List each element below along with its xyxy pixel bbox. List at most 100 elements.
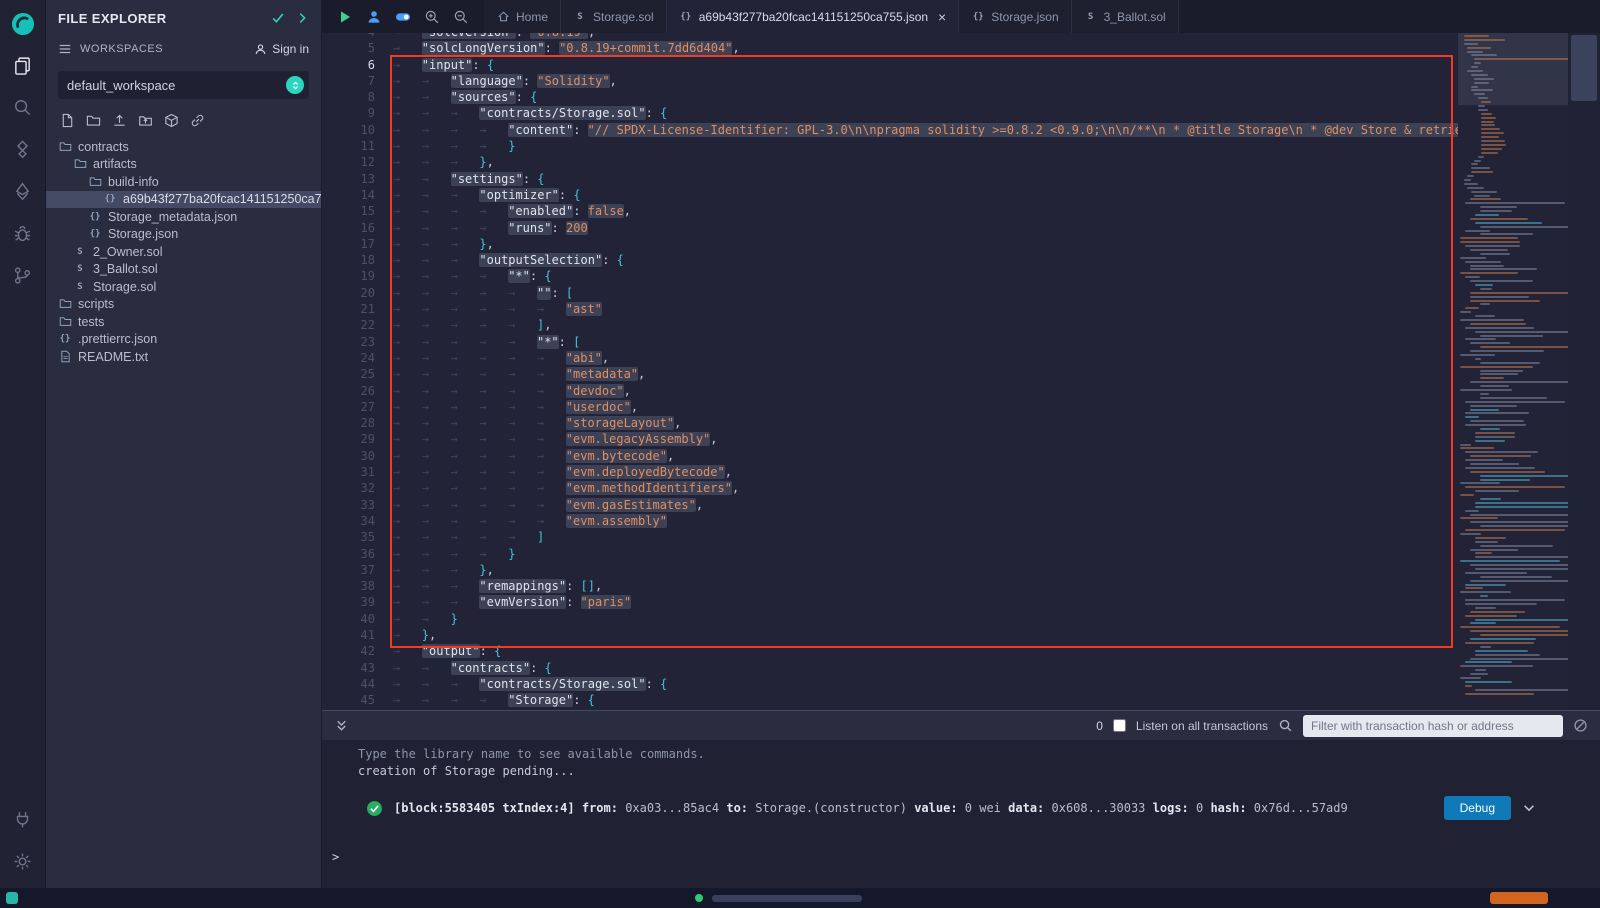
line-number[interactable]: 14 [322,187,375,203]
code-line-17[interactable]: 17→→→}, [322,236,1458,252]
workspace-selector[interactable]: default_workspace [58,71,309,99]
tree-item-tests[interactable]: tests [46,313,321,331]
line-number[interactable]: 24 [322,350,375,366]
solidity-compiler-icon[interactable] [5,128,41,170]
tab-home[interactable]: Home [484,0,561,33]
line-number[interactable]: 10 [322,122,375,138]
listen-checkbox[interactable] [1113,719,1126,732]
code-line-44[interactable]: 44→→→"contracts/Storage.sol": { [322,676,1458,692]
code-line-14[interactable]: 14→→→"optimizer": { [322,187,1458,203]
code-line-27[interactable]: 27→→→→→→"userdoc", [322,399,1458,415]
tree-item-a69b43f277ba20fcac141151250ca7-[interactable]: {}a69b43f277ba20fcac141151250ca7... [46,191,321,209]
menu-icon[interactable] [58,42,72,56]
line-number[interactable]: 20 [322,285,375,301]
code-line-26[interactable]: 26→→→→→→"devdoc", [322,383,1458,399]
editor-scrollbar[interactable] [1568,33,1600,710]
line-number[interactable]: 33 [322,497,375,513]
line-number[interactable]: 12 [322,154,375,170]
new-file-icon[interactable] [60,113,75,128]
code-line-32[interactable]: 32→→→→→→"evm.methodIdentifiers", [322,480,1458,496]
clear-console-icon[interactable] [1573,718,1588,733]
accounts-icon[interactable] [366,9,382,25]
terminal-body[interactable]: Type the library name to see available c… [322,740,1600,888]
tree-item-storage-sol[interactable]: SStorage.sol [46,278,321,296]
tree-item-3-ballot-sol[interactable]: S3_Ballot.sol [46,261,321,279]
sign-in-button[interactable]: Sign in [254,42,309,56]
line-number[interactable]: 28 [322,415,375,431]
expand-terminal-icon[interactable] [334,718,349,733]
code-line-25[interactable]: 25→→→→→→"metadata", [322,366,1458,382]
transaction-filter-input[interactable] [1303,715,1563,737]
code-line-16[interactable]: 16→→→→"runs": 200 [322,220,1458,236]
line-number[interactable]: 34 [322,513,375,529]
upload-folder-icon[interactable] [138,113,153,128]
remix-logo-icon[interactable] [5,4,41,44]
line-number[interactable]: 25 [322,366,375,382]
link-icon[interactable] [190,113,205,128]
code-line-11[interactable]: 11→→→→} [322,138,1458,154]
status-badge[interactable] [1490,892,1548,904]
code-line-42[interactable]: 42→"output": { [322,643,1458,659]
line-number[interactable]: 22 [322,317,375,333]
line-number[interactable]: 18 [322,252,375,268]
code-line-10[interactable]: 10→→→→"content": "// SPDX-License-Identi… [322,122,1458,138]
tree-item-scripts[interactable]: scripts [46,296,321,314]
tree-item-storage-metadata-json[interactable]: {}Storage_metadata.json [46,208,321,226]
line-number[interactable]: 4 [322,33,375,40]
run-script-icon[interactable] [337,9,353,25]
code-line-37[interactable]: 37→→→}, [322,562,1458,578]
editor[interactable]: 4→"solcVersion": "0.8.19",5→"solcLongVer… [322,33,1600,710]
scrollbar-thumb[interactable] [1571,35,1597,101]
code-line-4[interactable]: 4→"solcVersion": "0.8.19", [322,33,1458,40]
code-line-34[interactable]: 34→→→→→→"evm.assembly" [322,513,1458,529]
terminal-prompt[interactable]: > [332,850,339,864]
line-number[interactable]: 27 [322,399,375,415]
upload-file-icon[interactable] [112,113,127,128]
code-line-15[interactable]: 15→→→→"enabled": false, [322,203,1458,219]
git-icon[interactable] [5,254,41,296]
line-number[interactable]: 17 [322,236,375,252]
minimap[interactable] [1458,33,1568,710]
code-line-22[interactable]: 22→→→→→], [322,317,1458,333]
line-number[interactable]: 16 [322,220,375,236]
listen-label[interactable]: Listen on all transactions [1136,719,1268,733]
code-line-13[interactable]: 13→→"settings": { [322,171,1458,187]
tab-3-ballot-sol[interactable]: S3_Ballot.sol [1072,0,1179,33]
toggle-icon[interactable] [395,9,411,25]
code-editor[interactable]: 4→"solcVersion": "0.8.19",5→"solcLongVer… [322,33,1458,710]
line-number[interactable]: 42 [322,643,375,659]
line-number[interactable]: 6 [322,57,375,73]
line-number[interactable]: 40 [322,611,375,627]
line-number[interactable]: 38 [322,578,375,594]
tree-item-storage-json[interactable]: {}Storage.json [46,226,321,244]
settings-icon[interactable] [5,840,41,882]
line-number[interactable]: 19 [322,268,375,284]
code-line-45[interactable]: 45→→→→"Storage": { [322,692,1458,708]
tree-item-build-info[interactable]: build-info [46,173,321,191]
code-line-5[interactable]: 5→"solcLongVersion": "0.8.19+commit.7dd6… [322,40,1458,56]
line-number[interactable]: 5 [322,40,375,56]
search-icon[interactable] [5,86,41,128]
code-line-36[interactable]: 36→→→→} [322,546,1458,562]
code-line-39[interactable]: 39→→→"evmVersion": "paris" [322,594,1458,610]
code-line-24[interactable]: 24→→→→→→"abi", [322,350,1458,366]
tree-item-artifacts[interactable]: artifacts [46,156,321,174]
new-folder-icon[interactable] [86,113,101,128]
tree-item-contracts[interactable]: contracts [46,138,321,156]
code-line-19[interactable]: 19→→→→"*": { [322,268,1458,284]
line-number[interactable]: 32 [322,480,375,496]
transaction-row[interactable]: [block:5583405 txIndex:4] from: 0xa03...… [366,796,1536,820]
line-number[interactable]: 21 [322,301,375,317]
zoom-out-icon[interactable] [453,9,469,25]
status-workspace-chip[interactable] [6,892,18,904]
debug-chevron-icon[interactable] [1522,801,1536,815]
code-line-43[interactable]: 43→→"contracts": { [322,660,1458,676]
code-line-29[interactable]: 29→→→→→→"evm.legacyAssembly", [322,431,1458,447]
code-line-18[interactable]: 18→→→"outputSelection": { [322,252,1458,268]
line-number[interactable]: 31 [322,464,375,480]
line-number[interactable]: 13 [322,171,375,187]
line-number[interactable]: 8 [322,89,375,105]
code-line-30[interactable]: 30→→→→→→"evm.bytecode", [322,448,1458,464]
code-line-8[interactable]: 8→→"sources": { [322,89,1458,105]
code-line-9[interactable]: 9→→→"contracts/Storage.sol": { [322,105,1458,121]
